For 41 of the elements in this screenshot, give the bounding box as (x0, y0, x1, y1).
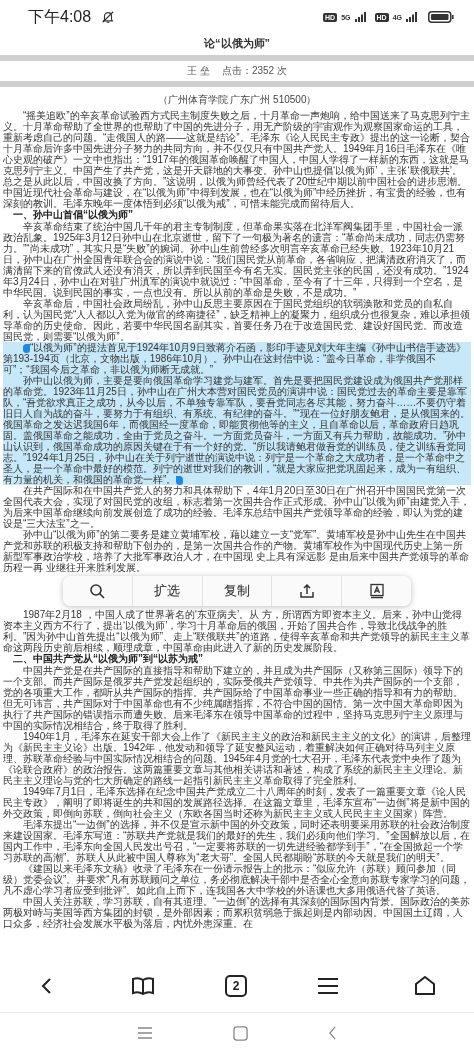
signal-icon (406, 12, 418, 22)
battery-icon (428, 11, 454, 23)
menu-item[interactable]: 复制 (202, 576, 273, 606)
selection-handle-icon[interactable] (176, 475, 184, 485)
body-paragraph: 中国人关注苏联，学习苏联，自有其道理。“一边倒”的选择有其深刻的国际国内背景。国际政治的美苏两极对峙与美国等西方集团的封锁，是外部因素；而累积贫弱急于振起则是内部动因。中国国土辽阔，人口众多，经济社会发展水平极为落后，内忧外患深重。在 (3, 896, 471, 929)
back-icon[interactable] (328, 1026, 337, 1040)
author-affiliation: （广州体育学院 广东广州 510500） (156, 93, 318, 107)
text-recognize-button[interactable] (342, 576, 411, 606)
share-button[interactable] (272, 576, 343, 606)
body-paragraph: 1940年1月，毛泽东在延安干部大会上作了《新民主主义的政治和新民主主义的文化》的演讲，后整理为《新民主主义论》出版。1942年，他发动和领导了延安整风运动，着重解决如何正确对待马列主义原理、苏联革命经验与中国实际情况相结合的问题。1945年4月党的七大召开，毛泽东代表党中央作了题为《论联合政府》的政治报告。这两篇重要文章与其他相关讲话和著述，构成了系统的新民主主义理论。新民主主义理论与党的七大所确定的路线一起指引新民主主义革命取得了完全胜利。 (3, 731, 471, 786)
body-paragraph: 辛亥革命结束了统治中国几千年的君主专制制度，但革命果实落在北洋军阀集团手里，中国社会一派政治乱象。1925年3月12日孙中山在北京逝世，留下了一句极为著名的遗言：“革命尚未成功，同志仍需努力。”“尚未成功”，其实只是“失败”的婉词。孙中山生前曾经多次明言辛亥革命已经失败。1923年10月21日，孙中山在广州全国青年联合会的演说中说：“我们国民党从前革命，各省响应，把满清政府消灭了，而满清留下来的官僚武人还没有消灭，所以弄到民国至今有名无实。国民党主张的民国，还没有成功。”1924年3月24日，孙中山在对驻广州滇军的演说中就说过：“中国革命，至今有了十三年，只得到一个空名，是中华民国。说到民国的事实，一点也没有。所以从前的革命是失败，不是成功。” (3, 221, 470, 298)
body-paragraph: 在共产国际和在中国共产党人的努力和具体帮助下，4年1月20日至30日在广州召开中国国民党第一次全国代表大会，实现了对国民党的改组，标志着第一次国共合作正式形成。孙中山“以俄为师”由建党入手，为后来中国革命继续向前发展创造了成功的经验。毛泽东总结中国共产党领导革命的经验，即认为党的建设是“三大法宝”之一。 (3, 485, 471, 529)
body-paragraph: “以俄为师”的提法首见于1924年10月9日致蒋介石函，影印手迹见刘大年主编《孙中山书信手迹选》第193-194页（北京，文物出版，1986年10月）。孙中山在这封信中说：“盖今日革命，非学俄国不可”；“我国今后之革命，非以俄为师断无成就。” (3, 342, 471, 375)
body-paragraph: 孙中山“以俄为师”的第二要务是建立黄埔军校，藉以建立一支“党军”。黄埔军校是孙中山先生在中国共产党和苏联的积极支持和帮助下创办的，是第一次国共合作的产物。黄埔军校作为中国现代历史上第一所新型军事政治学校，培养了大批军事政治人才，在中国现 史上具有深远影 是由后来中国共产党领导的革命历程一再 业继往开来胜利发展。 (3, 529, 470, 573)
body-paragraph: 1949年7月1日，毛泽东选择在纪念中国共产党成立二十八周年的时刻，发表了一篇重要文章《论人民民主专政》，阐明了即将诞生的共和国的发展路径选择。在这篇文章里，毛泽东宣布“一边倒”将是新中国的外交政策，即倒向苏联，倒向社会主义（东欧各国当时还称为新民主主义或人民民主主义国家）阵营。 (3, 786, 471, 819)
book-icon (131, 976, 155, 996)
menu-icon (317, 977, 339, 995)
section-heading: 一、孙中山首倡“以俄为师” (13, 209, 134, 221)
body-paragraph: “摇美追欧”的辛亥革命试验西方式民主制度失败之后，十月革命一声炮响，给中国送来了马克思列宁主义。十月革命帮助了全世界的也帮助了中国的先进分子，用无产阶级的宇宙观作为观察国家命运的工具，重新考虑自己的问题。“走俄国人的路——这就是结论”。毛泽东《论人民民主专政》提出的这一论断，契合十月革命后许多中国先进分子努力的共同方向，并不仅仅只有中国共产党人。1949年月16日毛泽东在《唯心史观的破产》一文中也指出：“1917年的俄国革命唤醒了中国人，中国人学得了一样新的东西，这就是马克思列宁主义。中国产生了共产党，这是开天辟地的大事变。孙中山也提倡‘以俄为师’，主张‘联俄联共’。总之是从此以后，中国改换了方向。”这说明，以俄为师曾经代表了20世纪中期以前中国社会的进步思潮。中国近现代社会革命与建设，在“以俄为师”中得到发展，也在“以俄为师”中经历挫折，有宝贵的经验，也有深刻的教训。毛泽东晚年一度体悟到必须“以俄为戒”，可惜未能完成而留待后人。 (3, 110, 471, 209)
status-time: 下午4:08 (28, 6, 92, 27)
home-icon[interactable] (233, 1025, 248, 1041)
body-paragraph: 毛泽东提出“一边倒”的选择，并不仅是宣示新中国的外交政策，同时还表明要采用苏联的社会政治制度来建设国家。毛泽东写道：“苏联共产党就是我们的最好的先生，我们必须向他们学习。”全国解放以后，在国内工作中，毛泽东向全国人民发出号召，“一定要将苏联的一切先进经验都学到手”，“在全国掀起一个学习苏联的高潮”。苏联人从此被中国人尊称为“老大哥”。全国人民都期盼“苏联的今天就是我们的明天”。 (3, 819, 471, 863)
article-title: 论“以俄为师” (203, 36, 271, 51)
signal-icon (354, 12, 367, 22)
body-paragraph: 1987年2月18 ，中国人成了世界著名的‘东亚病夫’。从 方，所谓西方即资本主义。后来，孙中山觉得资本主义西方不行了，提出‘以俄为师’，学习十月革命后的俄国，开始了国共合作，导致北伐战争的胜利。”因为孙中山首先提出“以俄为师”、走上“联俄联共”的道路，使得辛亥革命和共产党领导的新民主主义革命这两段历史前后相续，顺理成章，中国革命由此进入了新的历史发展阶段。 (3, 609, 471, 653)
body-paragraph: 《建国以来毛泽东文稿》收录了毛泽东在一份请示报告上的批示：“似应允许（苏联）顾问参加（同级）党委会议”。并要求“凡有苏联顾问之单位，务必彻底解决干部中是否全心全意向苏联专家学习的问题，凡不虚心学习者应受到批评”。如此自上而下，连我国各大中学校的外语课也大多用俄语代替了英语。 (3, 863, 471, 896)
share-icon (298, 583, 315, 599)
letter-a-box-icon (368, 583, 385, 599)
author-name: 王 垒 (187, 64, 210, 78)
body-paragraph: 辛亥革命后，中国社会政局纷乱，孙中山反思主要原因在于国民党组织的软弱涣散和党员的自私自利，认为国民党“人人都以入党为做官的终南捷径”，缺乏精神上的凝聚力，组织成分也很复杂，难以承担领导革命的历史使命。因此，若要中华民国名副其实，首要任务乃在于改造国民党、建设好国民党。而改造国民党，则需要“以俄为师”。 (3, 298, 471, 342)
search-button[interactable] (63, 576, 133, 606)
section-heading: 二、中国共产党从“以俄为师”到“以苏为戒” (13, 653, 203, 665)
search-icon (89, 583, 106, 599)
muted-bell-icon (101, 10, 116, 24)
menu-item[interactable]: 扩选 (132, 576, 203, 606)
body-paragraph: 孙中山以俄为师，主要是要向俄国革命学习建党与建军。首先是要把国民党建设成为俄国共产党那样的革命党。1923年11月25日，孙中山在广州大本营对国民党员的演讲中说：国民党过去的革命主要是靠军队，“吾党欲求真正之成功，从今以后，不单独专靠军队，要吾党同志各尽其能，努力奋斗……不要仍守着旧日人自为战的奋斗，要努力于有组织、有系统、有纪律的奋斗。”“现在一位好朋友鲍君，是从俄国来的。俄国革命之发达迟我国6年，而俄国经一度革命，即能贯彻他等的主义，且自革命以后，革命政府日趋巩固。盖俄国革命之能成功，全由于党员之奋斗。一方面党员奋斗，一方面又有兵力帮助，故能成功。”孙中山认识到，俄国革命成功的原因关键在于有一个好的党。“所以我请鲍君做吾党的训练员，使之训练吾党同志。”1924年1月25日，孙中山在关于列宁逝世的演说中说：列宁是一个革命之大成功者，是一个革命中之圣人，是一个革命中最好的模范。列宁的逝世对我们的教训，“就是大家应把党巩固起来，成为一有组织、有力量的机关，和俄国的革命党一样”。 (3, 375, 471, 485)
body-paragraph: 中国共产党是在共产国际的直接指导和帮助下建立的，并且成为共产国际（又称第三国际）领导下的一个支部。而共产国际是俄罗共产党发起组织的，实际受俄共产党领导。中共作为共产国际的一个支部，党的各项重大工作，都听从共产国际的指挥。共产国际给了中国革命事业一些正确的指导和有力的帮助。但无可讳言，共产国际对于中国革命也有不少纯属瞎指挥，不符合中国的国情。第一次中国大革命即因为执行了共产国际的错误指示而遭失败。后来毛泽东在领导中国革命的过程中，坚持马克思列宁主义原理与中国的实际情况相结合，终于取得了胜利。 (3, 665, 464, 731)
hit-count: 点击：2352 次 (221, 64, 287, 78)
selection-handle-icon[interactable] (23, 343, 30, 353)
tabs-button[interactable]: 2 (225, 975, 247, 997)
home-icon (413, 974, 437, 998)
